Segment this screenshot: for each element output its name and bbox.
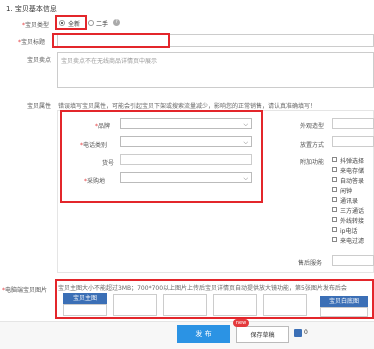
new-badge: new xyxy=(233,319,249,327)
chevron-down-icon: ⌵ xyxy=(243,121,248,128)
save-draft-button[interactable]: 保存草稿 xyxy=(236,326,289,343)
image-slot[interactable] xyxy=(320,307,368,317)
brand-select[interactable]: ⌵ xyxy=(120,118,252,129)
extra-checkbox[interactable] xyxy=(332,237,337,242)
category-label: *电话类别 xyxy=(80,142,108,149)
extra-checkbox-label: 来电存储 xyxy=(340,168,365,175)
publish-button[interactable]: 发 布 xyxy=(177,325,230,343)
image-slot[interactable] xyxy=(113,294,157,316)
type-label: *宝贝类型 xyxy=(22,22,50,29)
brand-label: *品牌 xyxy=(95,123,111,130)
attributes-label: 宝贝属性 xyxy=(27,103,52,110)
appearance-select[interactable] xyxy=(332,118,374,129)
extra-checkbox[interactable] xyxy=(332,227,337,232)
model-label: 货号 xyxy=(102,160,115,167)
extra-checkbox[interactable] xyxy=(332,217,337,222)
after-sale-label: 售后服务 xyxy=(298,260,323,267)
radio-used[interactable] xyxy=(88,20,94,26)
section-title: 1. 宝贝基本信息 xyxy=(6,5,57,13)
category-select[interactable]: ⌵ xyxy=(120,136,252,147)
extra-checkbox-label: 通讯录 xyxy=(340,198,359,205)
title-label: *宝贝标题 xyxy=(18,39,46,46)
image-slot[interactable] xyxy=(63,304,107,316)
radio-used-label: 二手 xyxy=(96,21,109,28)
extra-checkbox[interactable] xyxy=(332,187,337,192)
extra-checkbox-label: 外线转接 xyxy=(340,218,365,225)
image-slot[interactable] xyxy=(163,294,207,316)
extra-checkbox-label: 来电过滤 xyxy=(340,238,365,245)
after-sale-select[interactable] xyxy=(332,255,374,266)
radio-new[interactable] xyxy=(59,20,65,26)
extra-checkbox-label: 抖弹选择 xyxy=(340,158,365,165)
extra-checkbox[interactable] xyxy=(332,177,337,182)
radio-new-label: 全新 xyxy=(68,21,81,28)
draft-count: 0 xyxy=(304,329,308,336)
placement-label: 放置方式 xyxy=(300,142,325,149)
placement-select[interactable] xyxy=(332,136,374,147)
selling-placeholder: 宝贝卖点不在无线商品详情页中展示 xyxy=(61,58,158,65)
extra-checkbox[interactable] xyxy=(332,167,337,172)
images-label: *电脑端宝贝图片 xyxy=(2,287,48,294)
extra-label: 附加功能 xyxy=(300,159,325,166)
image-slot[interactable] xyxy=(263,294,307,316)
extra-checkbox[interactable] xyxy=(332,207,337,212)
selling-textarea[interactable]: 宝贝卖点不在无线商品详情页中展示 xyxy=(57,52,374,88)
chevron-down-icon: ⌵ xyxy=(243,139,248,146)
attributes-hint: 错误填写宝贝属性，可能会引起宝贝下架或搜索流量减少，影响您的正常销售，请认真准确… xyxy=(58,103,317,110)
selling-label: 宝贝卖点 xyxy=(27,57,52,64)
extra-checkbox-label: 闲钟 xyxy=(340,188,353,195)
extra-checkbox-label: ip电话 xyxy=(340,228,358,235)
extra-checkbox[interactable] xyxy=(332,157,337,162)
main-image-button[interactable]: 宝贝主图 xyxy=(63,293,107,304)
extra-checkbox-label: 三方通话 xyxy=(340,208,365,215)
image-slot[interactable] xyxy=(213,294,257,316)
white-image-button[interactable]: 宝贝白底图 xyxy=(320,296,368,307)
purchase-label: *采购地 xyxy=(84,178,106,185)
help-icon[interactable]: ? xyxy=(113,19,120,26)
phone-icon[interactable] xyxy=(294,329,302,337)
purchase-select[interactable]: ⌵ xyxy=(120,172,252,183)
chevron-down-icon: ⌵ xyxy=(243,175,248,182)
appearance-label: 外观造型 xyxy=(300,123,325,130)
model-input[interactable] xyxy=(120,154,252,165)
extra-checkbox[interactable] xyxy=(332,197,337,202)
extra-checkbox-label: 自动答录 xyxy=(340,178,365,185)
title-highlight xyxy=(52,33,170,48)
